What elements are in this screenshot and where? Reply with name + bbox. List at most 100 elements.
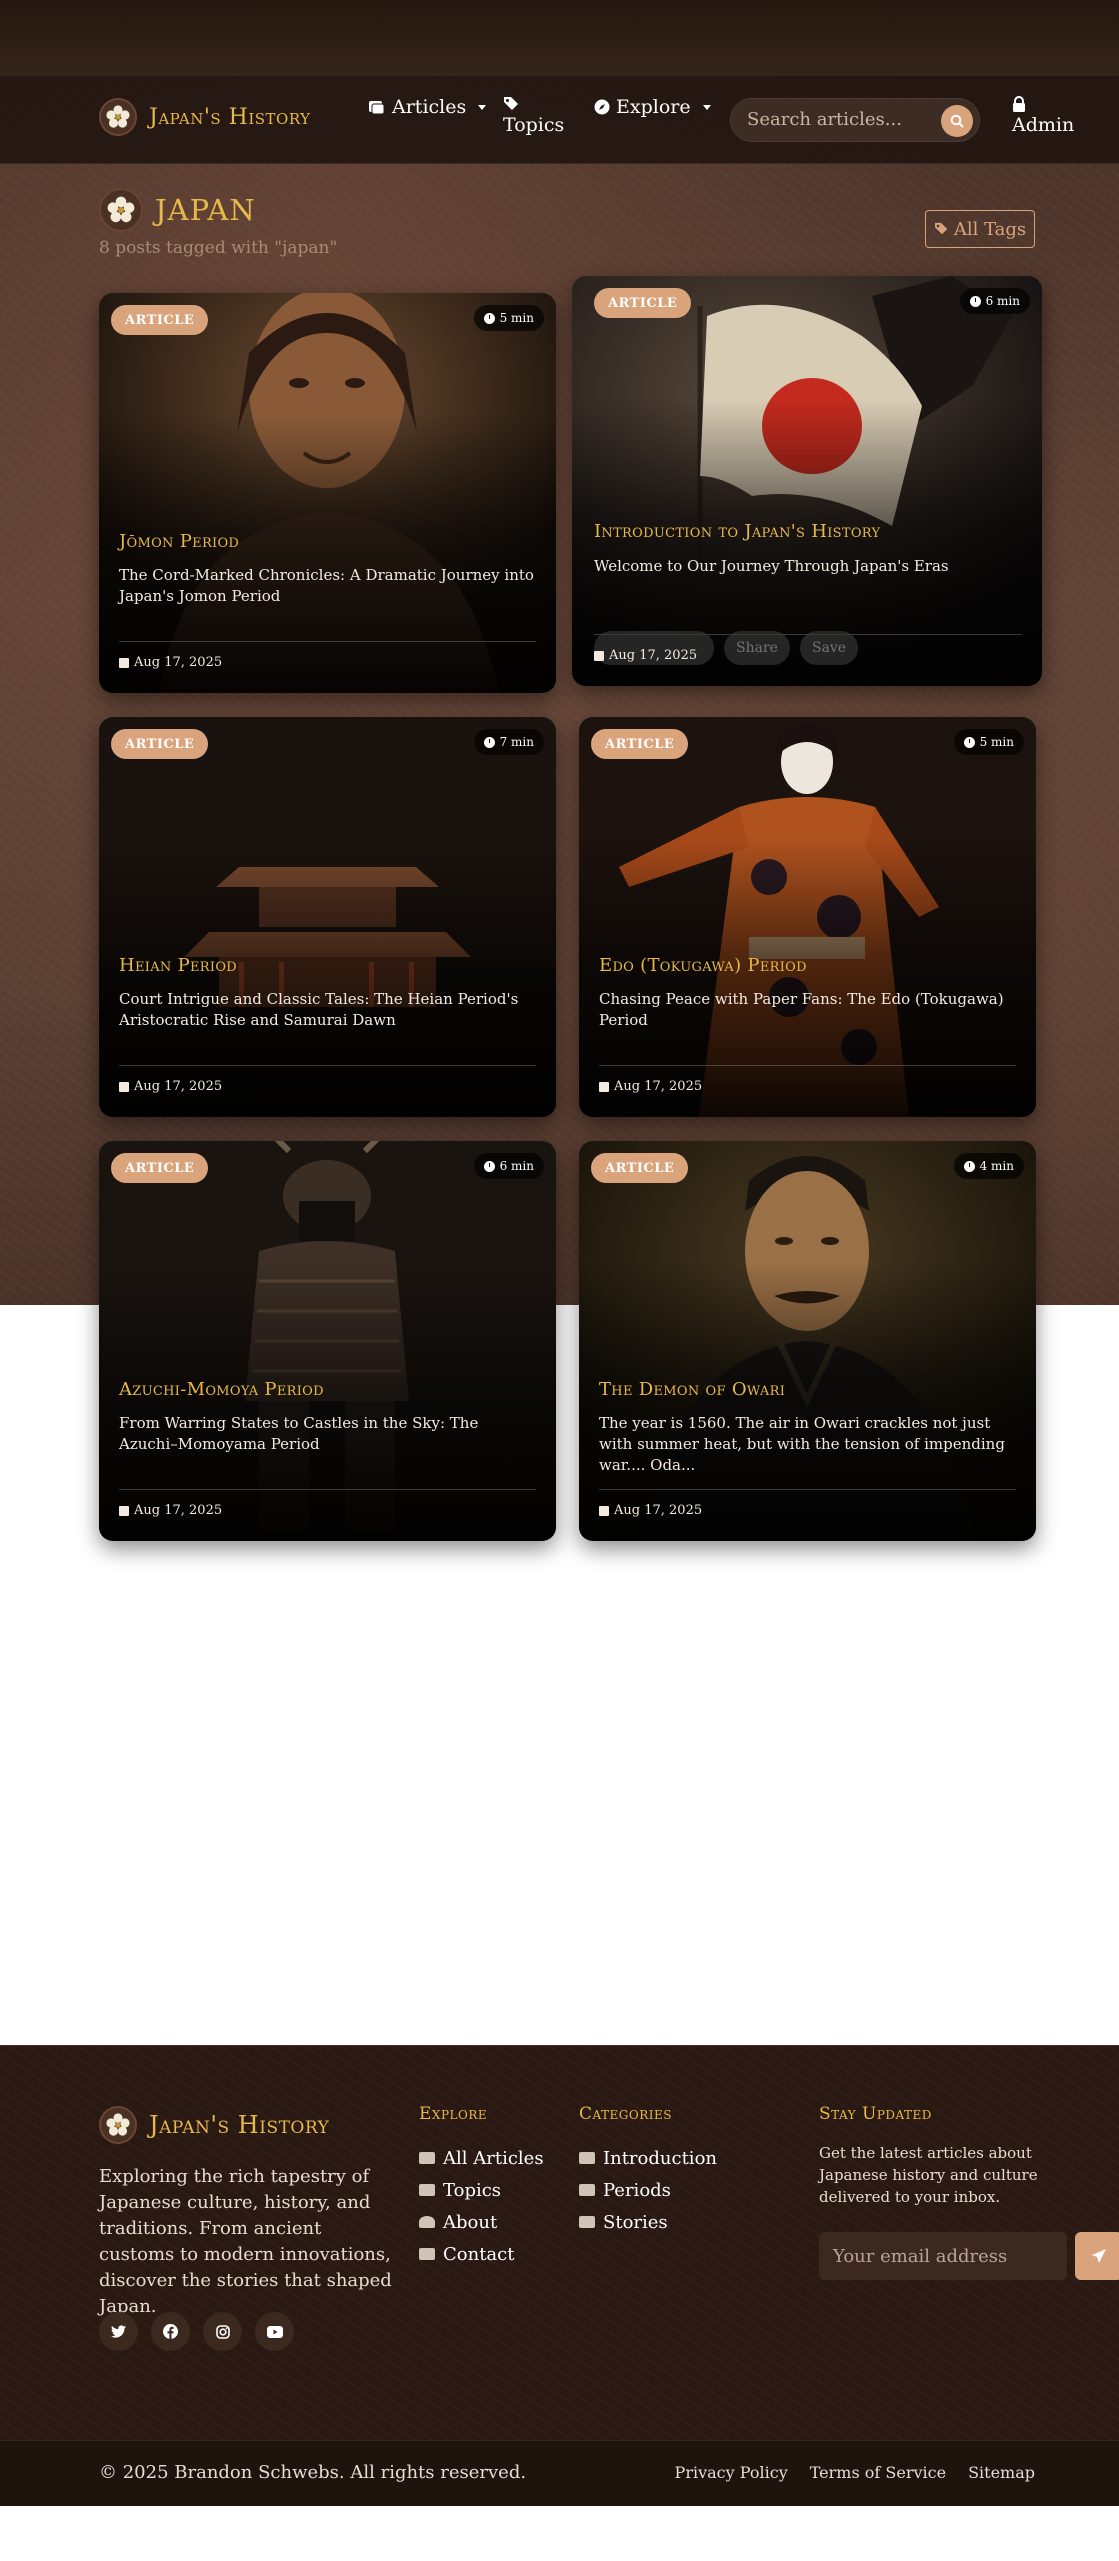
card-overlay [579,1141,1036,1541]
scroll-icon [369,101,385,115]
instagram-icon[interactable] [203,2312,242,2351]
read-time: 5 min [473,305,544,331]
card-badge: ARTICLE [111,729,209,759]
tags-icon [504,97,518,110]
calendar-icon [599,1505,609,1516]
card-title[interactable]: Jōmon Period [119,531,536,552]
footer-categories-column: Categories Introduction Periods Stories [579,2104,717,2238]
card-title[interactable]: Heian Period [119,955,536,976]
footer-link-all-articles[interactable]: All Articles [419,2142,544,2174]
newsletter-email-input[interactable]: Your email address [819,2232,1067,2280]
clock-icon [483,1160,495,1172]
card-description: The year is 1560. The air in Owari crack… [599,1414,1005,1474]
brand-name: Japan's History [149,104,311,130]
article-card[interactable]: ARTICLE 4 min The Demon of Owari The yea… [579,1141,1036,1541]
card-badge: ARTICLE [591,729,689,759]
footer-link-periods[interactable]: Periods [579,2174,717,2206]
page-header: JAPAN 8 posts tagged with "japan" [99,188,337,258]
sakura-logo-icon [99,188,143,232]
chevron-down-icon [702,104,711,110]
read-time-value: 6 min [985,294,1020,308]
tags-icon [934,222,948,235]
folder-icon [579,2216,595,2228]
card-date-value: Aug 17, 2025 [134,655,223,670]
footer-link-about[interactable]: About [419,2206,544,2238]
search-input[interactable] [747,109,937,130]
nav-explore-dropdown[interactable]: Explore [594,96,711,118]
footer-bottom-bar: © 2025 Brandon Schwebs. All rights reser… [0,2440,1119,2506]
nav-topics-link[interactable]: Topics [503,96,564,136]
calendar-icon [599,1081,609,1092]
facebook-icon[interactable] [151,2312,190,2351]
card-title[interactable]: The Demon of Owari [599,1379,1016,1400]
footer-link-label: Stories [603,2211,668,2233]
card-divider [119,1065,536,1066]
read-time: 4 min [953,1153,1024,1179]
article-card[interactable]: ARTICLE 7 min Heian Period Court Intrigu… [99,717,556,1117]
card-title[interactable]: Edo (Tokugawa) Period [599,955,1016,976]
card-title[interactable]: Azuchi-Momoya Period [119,1379,536,1400]
footer-link-stories[interactable]: Stories [579,2206,717,2238]
card-badge: ARTICLE [111,1153,209,1183]
search-bar [730,98,980,142]
sitemap-link[interactable]: Sitemap [968,2463,1035,2482]
privacy-policy-link[interactable]: Privacy Policy [675,2463,788,2482]
sakura-logo-icon [99,2106,137,2144]
article-card[interactable]: ARTICLE 6 min Azuchi-Momoya Period From … [99,1141,556,1541]
envelope-icon [419,2248,435,2260]
read-time: 7 min [473,729,544,755]
card-title[interactable]: Introduction to Japan's History [594,521,1022,542]
footer-link-introduction[interactable]: Introduction [579,2142,717,2174]
chevron-down-icon [478,104,487,110]
footer: Japan's History Exploring the rich tapes… [0,2045,1119,2505]
footer-link-contact[interactable]: Contact [419,2238,544,2270]
footer-about: Exploring the rich tapestry of Japanese … [99,2166,392,2317]
search-icon [950,114,964,128]
card-date: Aug 17, 2025 [599,1079,702,1094]
article-card[interactable]: ARTICLE 5 min Jōmon Period The Cord-Mark… [99,293,556,693]
newsletter-text: Get the latest articles about Japanese h… [819,2144,1038,2206]
calendar-icon [119,657,129,668]
footer-link-label: About [443,2211,498,2233]
nav-admin-label: Admin [1012,114,1075,136]
nav-admin-link[interactable]: Admin [1012,96,1074,136]
twitter-icon[interactable] [99,2312,138,2351]
footer-link-label: Periods [603,2179,671,2201]
article-card[interactable]: ARTICLE 5 min Edo (Tokugawa) Period Chas… [579,717,1036,1117]
folder-icon [579,2184,595,2196]
footer-brand[interactable]: Japan's History [99,2106,329,2144]
footer-categories-heading: Categories [579,2104,672,2124]
share-button[interactable]: Share [724,631,790,665]
page-title: JAPAN [99,188,337,232]
clock-icon [963,1160,975,1172]
terms-of-service-link[interactable]: Terms of Service [810,2463,946,2482]
card-overlay [99,717,556,1117]
read-time-value: 4 min [979,1159,1014,1173]
youtube-icon[interactable] [255,2312,294,2351]
card-description: From Warring States to Castles in the Sk… [119,1414,479,1453]
footer-explore-heading: Explore [419,2104,488,2124]
sakura-logo-icon [99,98,137,136]
card-overlay [579,717,1036,1117]
card-badge: ARTICLE [594,288,692,318]
clock-icon [969,295,981,307]
brand-link[interactable]: Japan's History [99,98,311,136]
nav-articles-dropdown[interactable]: Articles [368,96,487,118]
card-date: Aug 17, 2025 [119,1503,222,1518]
footer-link-label: Contact [443,2243,515,2265]
card-badge: ARTICLE [111,305,209,335]
folder-icon [579,2152,595,2164]
all-tags-button[interactable]: All Tags [925,210,1035,248]
article-card[interactable]: ARTICLE 6 min Introduction to Japan's Hi… [572,276,1042,686]
save-button[interactable]: Save [799,631,859,665]
calendar-icon [119,1081,129,1092]
lock-icon [1013,96,1025,112]
footer-link-topics[interactable]: Topics [419,2174,544,2206]
all-tags-label: All Tags [953,218,1027,240]
card-divider [599,1489,1016,1490]
search-button[interactable] [941,105,973,137]
newsletter-submit-button[interactable] [1075,2232,1119,2280]
paper-plane-icon [1092,2249,1106,2263]
clock-icon [483,736,495,748]
card-description: Welcome to Our Journey Through Japan's E… [594,557,949,575]
